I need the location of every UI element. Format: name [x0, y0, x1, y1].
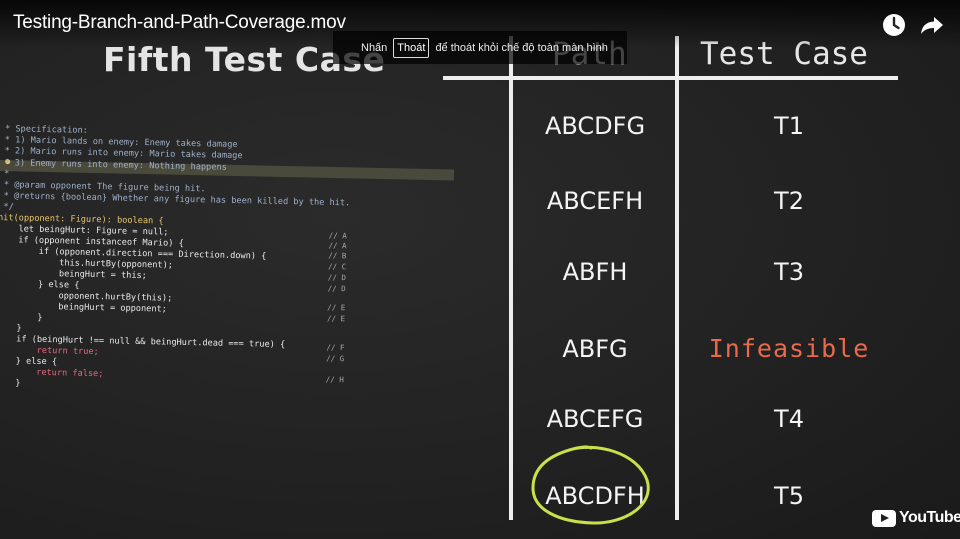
code-panel: * Specification: * 1) Mario lands on ene… [0, 124, 470, 434]
code-line: */ [3, 202, 14, 213]
youtube-logo[interactable]: YouTube [872, 509, 960, 527]
branch-label: // A [328, 230, 347, 241]
test-case-cell-infeasible: Infeasible [708, 334, 870, 363]
youtube-wordmark: YouTube [899, 509, 960, 526]
path-cell: ABFH [562, 258, 628, 286]
code-line: } [15, 378, 21, 389]
test-case-cell: T2 [774, 187, 804, 215]
escape-key-badge: Thoát [393, 37, 430, 58]
branch-label: // H [325, 374, 344, 385]
hint-prefix: Nhấn [361, 41, 388, 54]
video-title[interactable]: Testing-Branch-and-Path-Coverage.mov [13, 12, 346, 34]
fullscreen-exit-hint: Nhấn Thoát để thoát khỏi chế độ toàn màn… [333, 31, 627, 64]
path-cell: ABFG [562, 335, 628, 363]
branch-label: // C [327, 261, 347, 272]
table-divider-left [509, 36, 513, 520]
share-arrow-icon[interactable] [920, 13, 944, 37]
branch-label: // D [327, 283, 346, 294]
code-line: } [0, 311, 43, 323]
code-line: * [4, 169, 10, 180]
branch-label: // E [327, 302, 346, 313]
branch-label: // A [328, 240, 347, 251]
path-cell: ABCEFH [546, 187, 644, 215]
test-case-cell: T3 [774, 258, 804, 286]
code-line: } [16, 323, 22, 334]
branch-label: // F [326, 342, 345, 353]
test-case-cell: T1 [774, 112, 804, 140]
hint-suffix: để thoát khỏi chế độ toàn màn hình [435, 41, 608, 54]
branch-label: // B [328, 250, 347, 261]
branch-label: // E [326, 313, 346, 324]
path-cell: ABCEFG [546, 405, 644, 433]
clock-icon[interactable] [882, 13, 906, 37]
branch-label: // D [327, 272, 347, 283]
path-cell: ABCDFG [544, 112, 646, 140]
video-frame[interactable]: Fifth Test Case * Specification: * 1) Ma… [0, 0, 960, 539]
code-line: * @returns {boolean} Whether any figure … [0, 190, 351, 209]
youtube-play-icon [872, 509, 896, 527]
test-case-cell: T4 [774, 405, 804, 433]
test-case-cell: T5 [774, 482, 804, 510]
branch-label: // G [326, 353, 345, 364]
hand-drawn-circle [531, 445, 650, 525]
